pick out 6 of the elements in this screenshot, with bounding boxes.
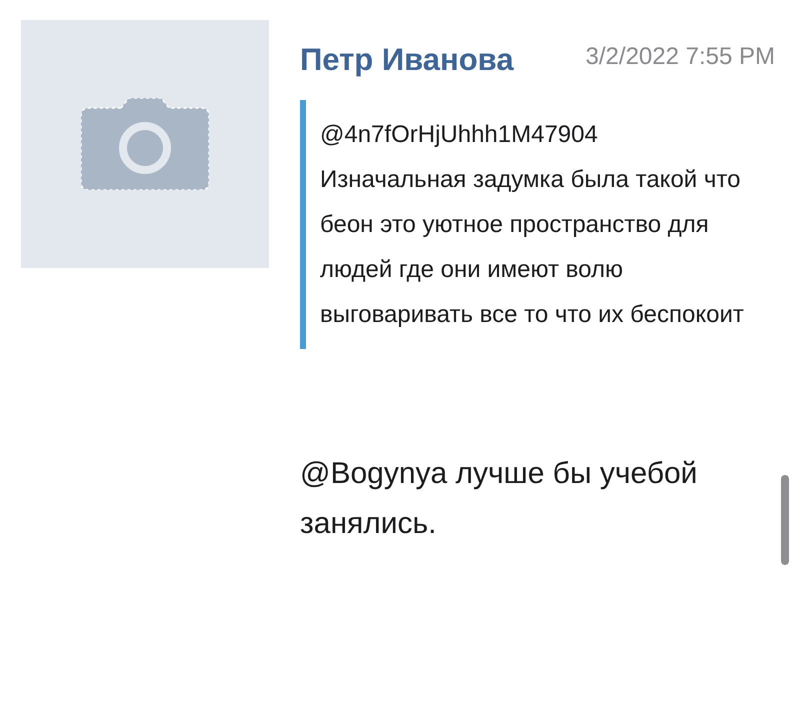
author-name[interactable]: Петр Иванова (300, 38, 514, 80)
camera-icon (81, 98, 209, 190)
timestamp: 3/2/2022 7:55 PM (585, 42, 775, 72)
message-text: @Bogynya лучше бы учебой занялись. (300, 456, 698, 542)
quoted-text: @4n7fOrHjUhhh1M47904 Изначальная задумка была такой что беон это уютное пространство для людей где они имеют волю выговаривать все то что их беспокоит (320, 120, 745, 330)
scrollbar-thumb[interactable] (781, 475, 789, 565)
